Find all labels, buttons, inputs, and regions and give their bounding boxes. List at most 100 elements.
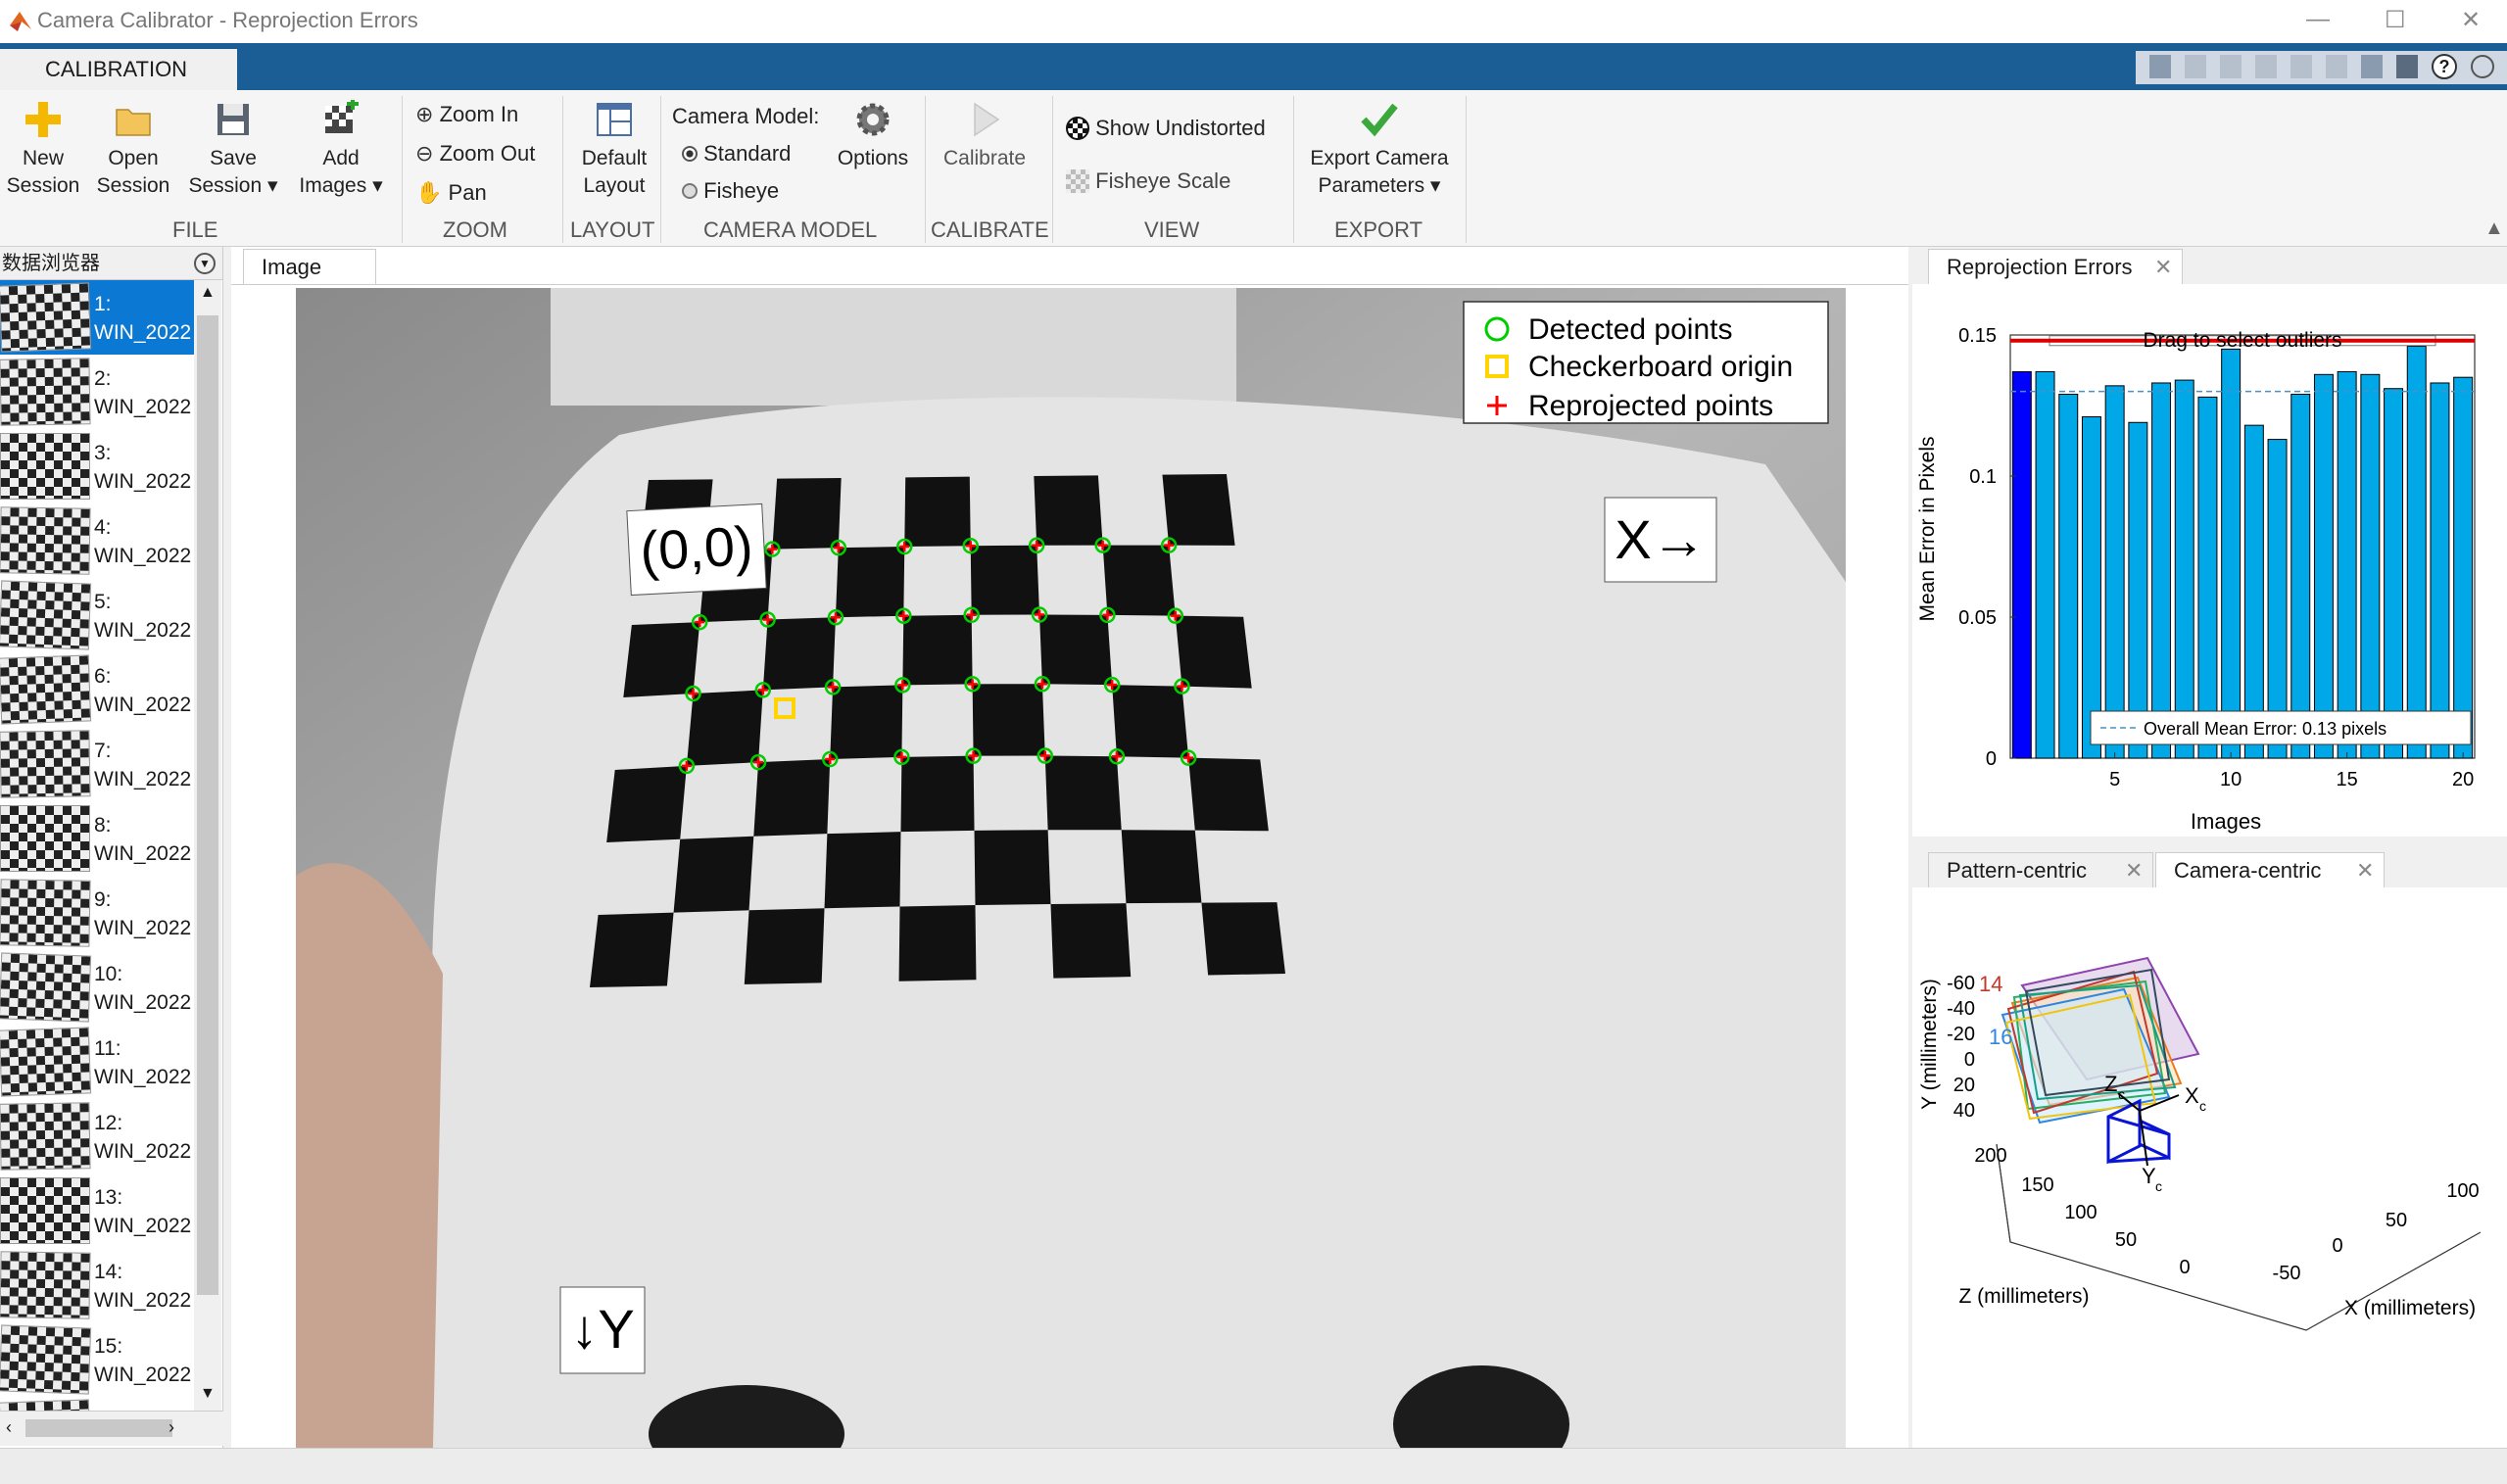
layout-icon[interactable] — [2396, 55, 2418, 78]
scrollbar-thumb[interactable] — [197, 315, 218, 1295]
add-images-button[interactable]: Add Images ▾ — [290, 100, 392, 200]
list-item[interactable]: 6: WIN_2022 — [0, 652, 194, 727]
list-item-label: 4: WIN_2022 — [94, 513, 191, 570]
zoom-in-label: Zoom In — [439, 102, 519, 126]
paste-icon[interactable] — [2255, 55, 2277, 78]
vertical-scrollbar[interactable]: ▲ ▼ — [194, 280, 221, 1411]
error-bar — [2151, 382, 2172, 759]
export-camera-parameters-button[interactable]: Export Camera Parameters ▾ — [1299, 100, 1460, 200]
list-item-number: 3: — [94, 442, 112, 464]
extrinsics-3d-plot[interactable]: 14 16 X c Y c Z c -60 -40 -20 0 20 40 Y … — [1912, 887, 2507, 1448]
list-item[interactable]: 4: WIN_2022 — [0, 503, 194, 578]
list-item[interactable]: 12: WIN_2022 — [0, 1099, 194, 1173]
fisheye-radio[interactable]: Fisheye — [682, 178, 779, 204]
checker-square — [1188, 757, 1269, 832]
checker-square — [1121, 830, 1202, 904]
list-item[interactable]: 14: WIN_2022 — [0, 1248, 194, 1322]
scroll-up-icon[interactable]: ▲ — [200, 284, 216, 302]
collapse-ribbon-icon[interactable]: ▲ — [2484, 217, 2504, 240]
list-item[interactable]: 8: WIN_2022 — [0, 801, 194, 876]
standard-radio[interactable]: Standard — [682, 141, 791, 167]
tab-pattern-centric[interactable]: Pattern-centric ✕ — [1928, 852, 2153, 887]
image-thumbnail — [0, 506, 91, 575]
tab-camera-centric[interactable]: Camera-centric ✕ — [2155, 852, 2385, 887]
list-item-name: WIN_2022 — [94, 917, 192, 939]
redo-icon[interactable] — [2326, 55, 2347, 78]
list-item-number: 8: — [94, 814, 112, 837]
options-button[interactable]: Options — [821, 100, 925, 172]
error-bar — [2453, 376, 2474, 759]
minimize-button[interactable]: — — [2306, 6, 2330, 33]
zoom-out-button[interactable]: ⊖ Zoom Out — [415, 141, 535, 167]
undo-icon[interactable] — [2290, 55, 2312, 78]
save-icon[interactable] — [2149, 55, 2171, 78]
close-tab-icon[interactable]: ✕ — [2125, 853, 2143, 888]
camera-z-label: Z — [2104, 1072, 2117, 1096]
show-undistorted-button[interactable]: Show Undistorted — [1066, 116, 1266, 141]
scroll-right-icon[interactable]: › — [169, 1417, 174, 1438]
scroll-down-icon[interactable]: ▼ — [200, 1385, 216, 1403]
error-bar — [2128, 421, 2148, 759]
reprojection-error-chart[interactable]: Mean Error in Pixels Images Drag to sele… — [1912, 284, 2507, 837]
image-thumbnail — [0, 1177, 90, 1244]
list-item-number: 10: — [94, 963, 123, 985]
browser-menu-icon[interactable]: ▼ — [194, 253, 216, 274]
checker-square — [1112, 685, 1189, 758]
help-icon[interactable]: ? — [2432, 54, 2457, 79]
list-item-label: 14: WIN_2022 — [94, 1258, 191, 1315]
list-item-number: 2: — [94, 367, 112, 390]
error-bar — [2197, 396, 2218, 759]
list-item[interactable]: 5: WIN_2022 — [0, 578, 194, 652]
scroll-left-icon[interactable]: ‹ — [6, 1417, 12, 1438]
hscroll-thumb[interactable] — [25, 1419, 172, 1437]
switch-windows-icon[interactable] — [2361, 55, 2383, 78]
list-item[interactable]: 10: WIN_2022 — [0, 950, 194, 1025]
x-tick-label: 20 — [2452, 769, 2474, 790]
list-item[interactable]: 16: — [0, 1397, 194, 1411]
checker-square — [1175, 615, 1252, 689]
close-tab-icon[interactable]: ✕ — [2154, 250, 2172, 285]
close-button[interactable]: ✕ — [2461, 6, 2481, 34]
copy-icon[interactable] — [2220, 55, 2242, 78]
list-item[interactable]: 2: WIN_2022 — [0, 355, 194, 429]
list-item-name: WIN_2022 — [94, 842, 192, 865]
calibration-image[interactable]: (0,0) X→ ↓Y Detected points Checkerboard… — [296, 288, 1846, 1448]
list-item[interactable]: 11: WIN_2022 — [0, 1025, 194, 1099]
list-item[interactable]: 7: WIN_2022 — [0, 727, 194, 801]
svg-text:100: 100 — [2064, 1202, 2097, 1223]
list-item[interactable]: 15: WIN_2022 — [0, 1322, 194, 1397]
maximize-button[interactable]: ☐ — [2385, 6, 2406, 34]
new-session-button[interactable]: New Session — [4, 100, 82, 200]
horizontal-scrollbar[interactable]: ‹ › — [0, 1411, 223, 1446]
ribbon-tab-strip: CALIBRATION ? — [0, 43, 2507, 90]
y-tick-label: 0.15 — [1958, 325, 1997, 347]
open-session-button[interactable]: Open Session — [94, 100, 172, 200]
error-bar — [2058, 393, 2079, 759]
tab-reprojection-errors[interactable]: Reprojection Errors ✕ — [1928, 249, 2183, 284]
list-item-label: 1: WIN_2022 — [94, 290, 191, 347]
error-bar — [2221, 348, 2242, 759]
fisheye-scale-button[interactable]: Fisheye Scale — [1066, 168, 1230, 194]
checker-square — [902, 614, 973, 686]
add-images-label: Add Images ▾ — [299, 147, 383, 197]
list-item[interactable]: 9: WIN_2022 — [0, 876, 194, 950]
pan-button[interactable]: ✋ Pan — [415, 180, 487, 206]
svg-text:50: 50 — [2115, 1229, 2137, 1251]
list-item[interactable]: 13: WIN_2022 — [0, 1173, 194, 1248]
list-item-label: 15: WIN_2022 — [94, 1332, 191, 1389]
checker-square — [974, 830, 1051, 906]
plus-icon — [25, 102, 61, 137]
default-layout-button[interactable]: Default Layout — [568, 100, 660, 200]
save-session-button[interactable]: Save Session ▾ — [182, 100, 284, 200]
cut-icon[interactable] — [2185, 55, 2206, 78]
x-tick-label: 15 — [2337, 769, 2358, 790]
list-item[interactable]: 3: WIN_2022 — [0, 429, 194, 503]
list-item[interactable]: 1: WIN_2022 — [0, 280, 194, 355]
tab-calibration[interactable]: CALIBRATION — [0, 49, 237, 90]
zoom-in-button[interactable]: ⊕ Zoom In — [415, 102, 518, 127]
close-tab-icon[interactable]: ✕ — [2356, 853, 2374, 888]
calibrate-button[interactable]: Calibrate — [931, 100, 1038, 172]
tab-image[interactable]: Image — [243, 249, 376, 284]
list-item-number: 15: — [94, 1335, 123, 1358]
expand-icon[interactable] — [2471, 55, 2494, 78]
